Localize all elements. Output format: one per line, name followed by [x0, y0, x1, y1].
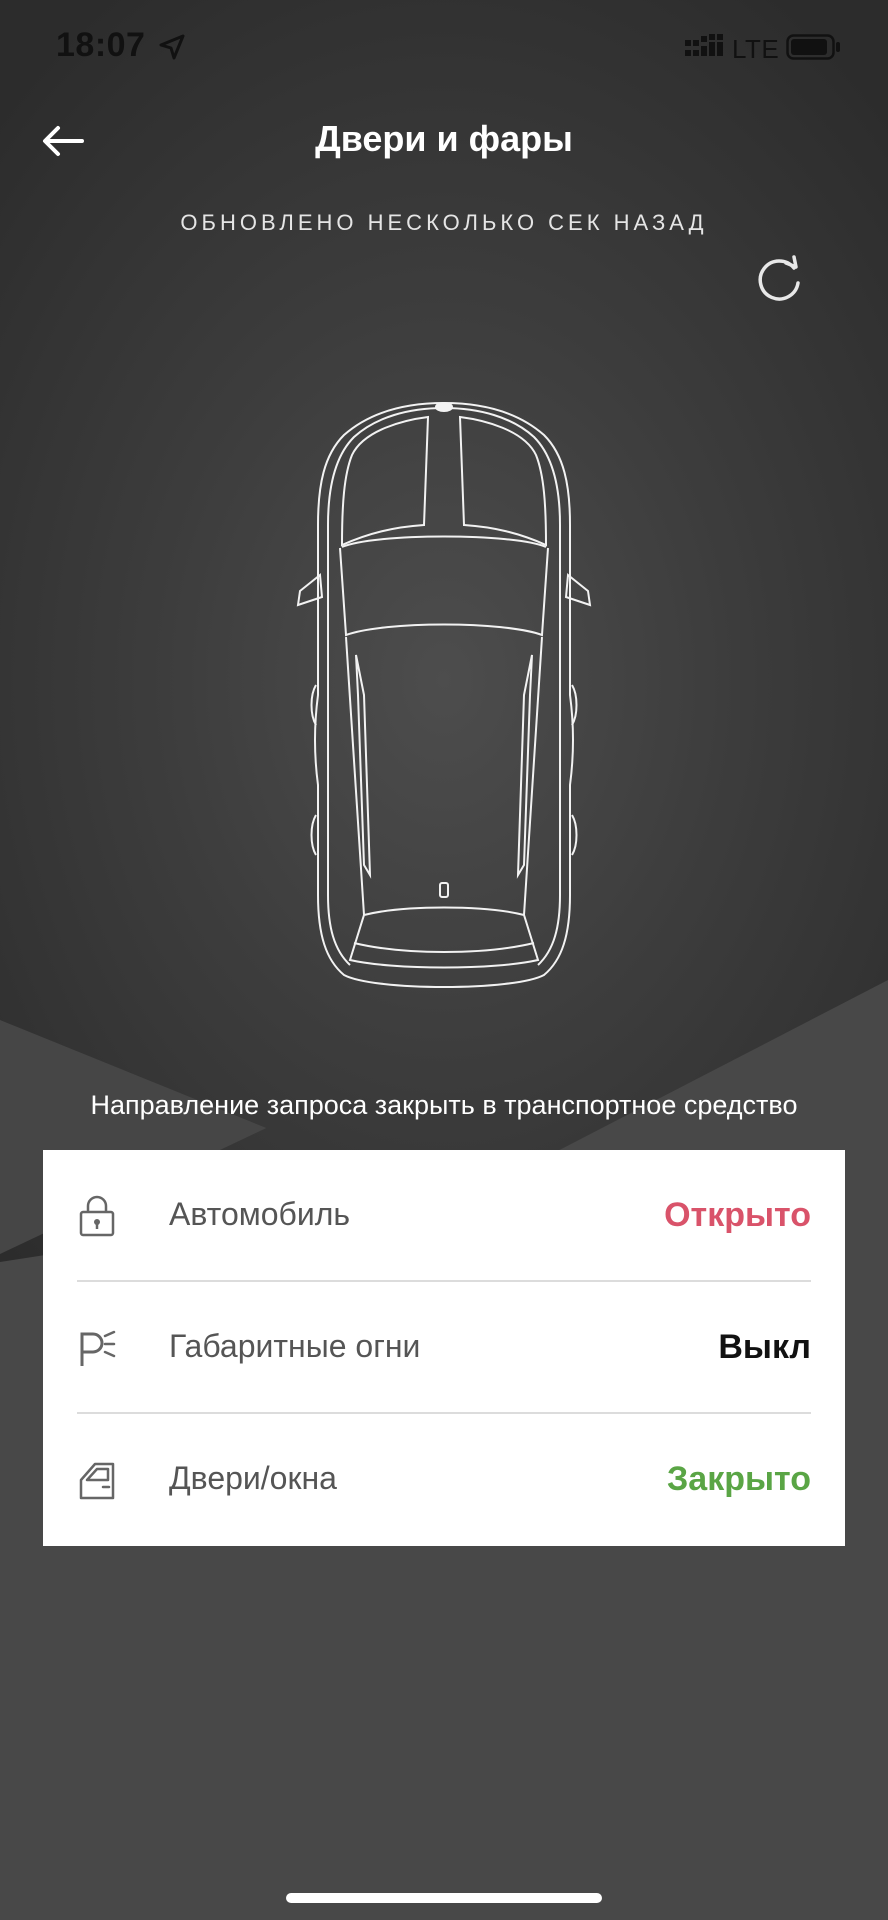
- signal-strength-icon: [685, 34, 723, 56]
- screen: 18:07 LTE Двери и фары ОБНОВЛЕНО НЕСКОЛЬ…: [0, 0, 888, 1920]
- refresh-icon[interactable]: [752, 252, 806, 306]
- status-value: Открыто: [664, 1196, 811, 1234]
- status-bar: 18:07 LTE: [0, 0, 888, 96]
- status-label: Двери/окна: [169, 1460, 337, 1496]
- car-top-view: [296, 401, 592, 988]
- car-door-icon: [79, 1462, 115, 1500]
- last-updated-text: ОБНОВЛЕНО НЕСКОЛЬКО СЕК НАЗАД: [180, 210, 708, 235]
- status-value: Закрыто: [666, 1460, 811, 1498]
- home-indicator[interactable]: [286, 1893, 602, 1903]
- lock-icon: [79, 1195, 115, 1237]
- status-row-doors-windows: Двери/окна Закрыто: [77, 1414, 811, 1546]
- lock-request-link[interactable]: Направление запроса закрыть в транспортн…: [0, 1090, 888, 1121]
- network-type: LTE: [732, 34, 780, 64]
- status-row-vehicle: Автомобиль Открыто: [77, 1150, 811, 1282]
- status-label: Автомобиль: [169, 1196, 351, 1232]
- status-time: 18:07: [56, 26, 146, 64]
- status-row-parking-lights: Габаритные огни Выкл: [77, 1282, 811, 1414]
- location-arrow-icon: [159, 34, 185, 60]
- status-card: Автомобиль Открыто Габаритные огни Выкл …: [43, 1150, 845, 1546]
- parking-lights-icon: [80, 1330, 116, 1366]
- battery-icon: [786, 34, 840, 60]
- page-title: Двери и фары: [315, 118, 573, 159]
- status-value: Выкл: [718, 1328, 811, 1366]
- status-label: Габаритные огни: [169, 1328, 421, 1364]
